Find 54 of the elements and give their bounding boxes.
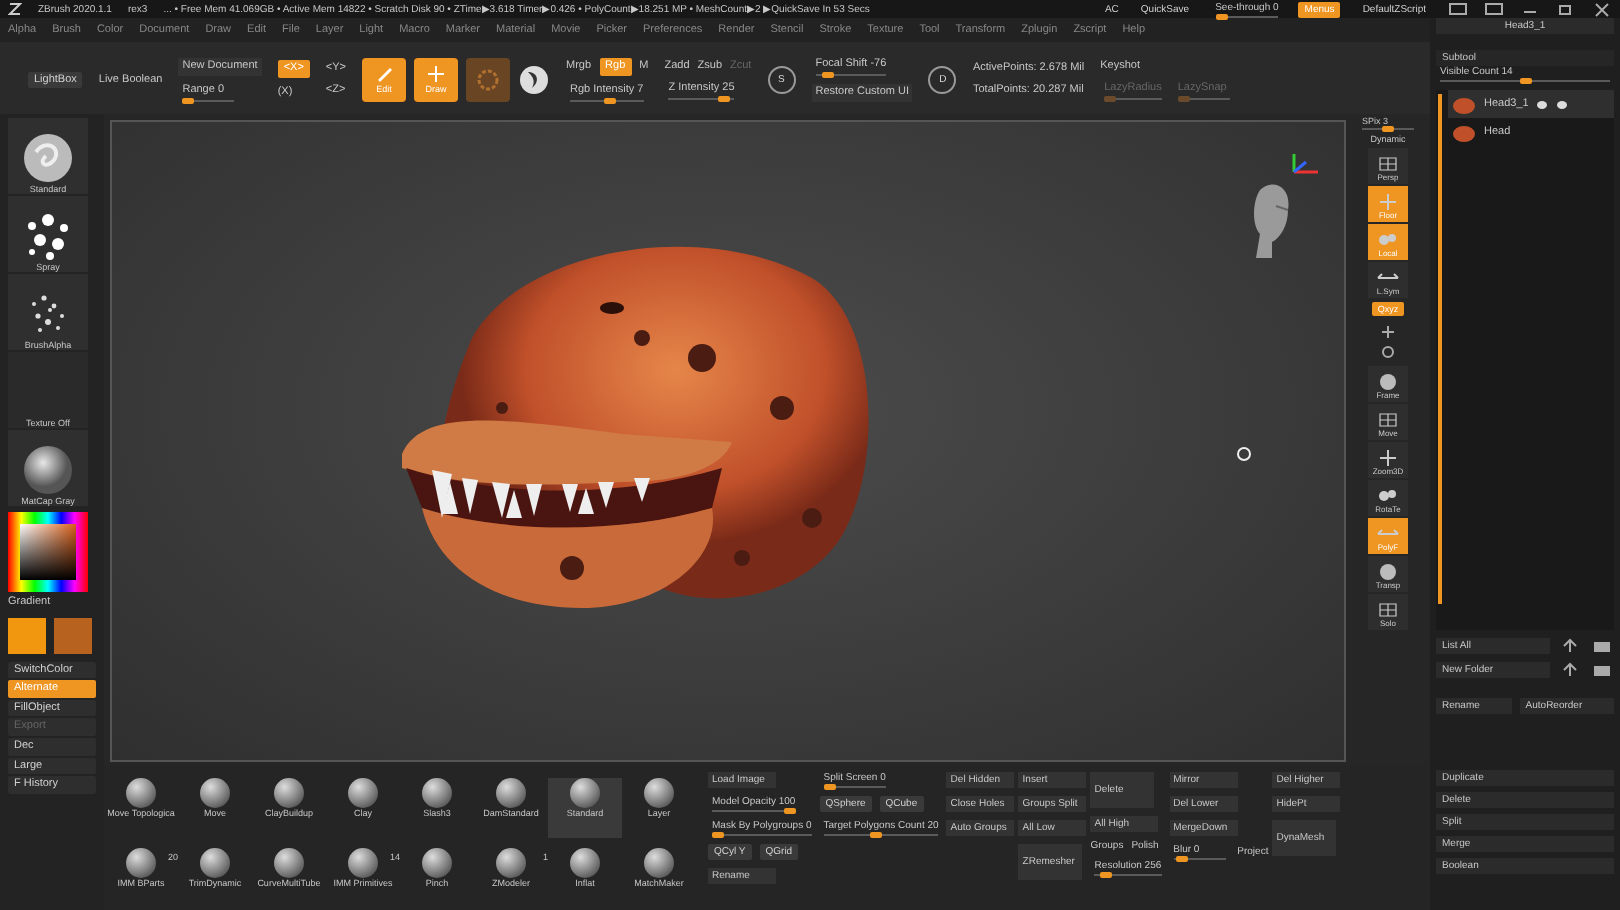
spray-dots-icon bbox=[22, 209, 74, 262]
material-sphere-icon[interactable] bbox=[518, 64, 551, 96]
slider-thumb[interactable] bbox=[603, 97, 616, 104]
sphere-icon bbox=[1376, 372, 1400, 393]
circles-icon bbox=[1376, 229, 1400, 250]
brush-thumbnail bbox=[126, 848, 156, 878]
brush-thumbnail bbox=[274, 848, 304, 878]
close-icon[interactable] bbox=[1592, 1, 1612, 17]
brush-thumbnail bbox=[200, 778, 230, 808]
brush-thumbnail bbox=[570, 778, 600, 808]
brush-thumbnail bbox=[348, 848, 378, 878]
brush-thumbnail bbox=[274, 778, 304, 808]
arrow-icon[interactable] bbox=[1558, 662, 1582, 678]
matcap-sphere-icon bbox=[22, 443, 74, 496]
brush-thumbnail bbox=[496, 778, 526, 808]
cross-icon bbox=[1376, 448, 1400, 469]
brush-sphere-icon bbox=[22, 131, 74, 184]
brush-thumbnail bbox=[496, 848, 526, 878]
brush-thumbnail bbox=[200, 848, 230, 878]
arrow-icon[interactable] bbox=[1558, 638, 1582, 654]
slider-thumb[interactable] bbox=[822, 72, 835, 78]
sphere-icon bbox=[1376, 562, 1400, 583]
slider-thumb[interactable] bbox=[1100, 872, 1113, 878]
pencil-icon bbox=[374, 64, 395, 85]
slider-thumb[interactable] bbox=[182, 97, 195, 104]
scroll-bar[interactable] bbox=[1438, 94, 1442, 604]
app-logo-icon bbox=[8, 2, 22, 16]
color-swatch[interactable] bbox=[8, 617, 46, 654]
grid-icon bbox=[1376, 410, 1400, 431]
cross-icon bbox=[1376, 191, 1400, 212]
slider-thumb[interactable] bbox=[717, 95, 730, 102]
grid-icon bbox=[1376, 153, 1400, 174]
color-picker[interactable] bbox=[8, 512, 88, 592]
grid-icon bbox=[1376, 600, 1400, 621]
pivot-icon bbox=[1236, 446, 1252, 462]
slider-thumb[interactable] bbox=[1382, 126, 1394, 133]
brush-thumbnail bbox=[422, 778, 452, 808]
gizmo-button[interactable] bbox=[466, 58, 511, 102]
color-swatch[interactable] bbox=[54, 617, 92, 654]
slider-thumb[interactable] bbox=[712, 832, 724, 838]
brush-thumbnail bbox=[126, 778, 156, 808]
brush-thumbnail bbox=[422, 848, 452, 878]
slider-thumb[interactable] bbox=[1519, 78, 1531, 84]
brush-thumbnail bbox=[644, 848, 674, 878]
circles-icon bbox=[1376, 486, 1400, 507]
brush-thumbnail bbox=[348, 778, 378, 808]
slider-thumb[interactable] bbox=[783, 808, 796, 814]
slider-thumb[interactable] bbox=[1175, 856, 1188, 862]
restore-icon[interactable] bbox=[1556, 1, 1576, 17]
slider-thumb[interactable] bbox=[1215, 13, 1228, 19]
brush-thumbnail bbox=[570, 848, 600, 878]
slider-thumb[interactable] bbox=[823, 784, 836, 790]
brush-thumbnail bbox=[644, 778, 674, 808]
slider-thumb[interactable] bbox=[869, 832, 882, 838]
